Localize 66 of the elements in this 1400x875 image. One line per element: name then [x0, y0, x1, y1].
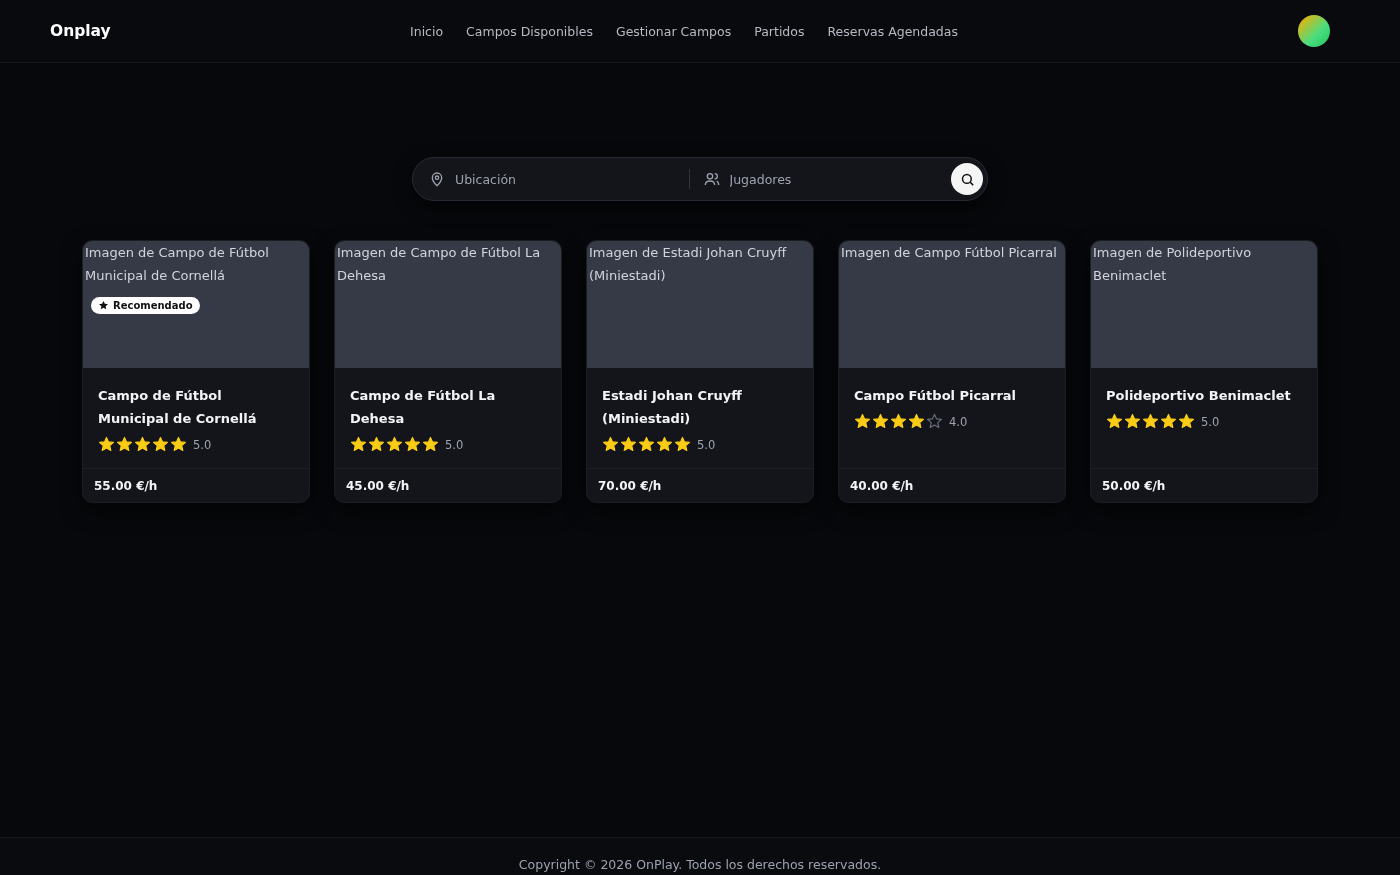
- filled-star-icon: [386, 436, 403, 453]
- filled-star-icon: [1160, 413, 1177, 430]
- filled-star-icon: [98, 436, 115, 453]
- filled-star-icon: [368, 436, 385, 453]
- rating-value: 5.0: [1201, 414, 1220, 429]
- logo[interactable]: Onplay: [50, 22, 230, 40]
- users-icon: [703, 171, 720, 187]
- field-card[interactable]: Imagen de Polideportivo Benimaclet Polideportivo Benimaclet 5.0 50.00 €/h: [1090, 240, 1318, 503]
- copyright-text: Copyright © 2026 OnPlay. Todos los derechos reservados.: [518, 857, 882, 872]
- avatar[interactable]: [1298, 15, 1330, 47]
- field-card[interactable]: Imagen de Campo de Fútbol Municipal de Cornellá Recomendado Campo de Fútbol Municipal de Cornellá 5.0 55.00 €/h: [82, 240, 310, 503]
- filled-star-icon: [422, 436, 439, 453]
- star-icon: [98, 300, 109, 311]
- field-card[interactable]: Imagen de Campo de Fútbol La Dehesa Campo de Fútbol La Dehesa 5.0 45.00 €/h: [334, 240, 562, 503]
- filled-star-icon: [1142, 413, 1159, 430]
- field-card[interactable]: Imagen de Estadi Johan Cruyff (Miniestadi) Estadi Johan Cruyff (Miniestadi) 5.0 70.00 €/h: [586, 240, 814, 503]
- nav-link[interactable]: Reservas Agendadas: [827, 23, 958, 39]
- nav-link[interactable]: Campos Disponibles: [466, 23, 593, 39]
- location-pin-icon: [429, 171, 445, 187]
- filled-star-icon: [134, 436, 151, 453]
- field-card[interactable]: Imagen de Campo Fútbol Picarral Campo Fútbol Picarral 4.0 40.00 €/h: [838, 240, 1066, 503]
- image-alt-text: Imagen de Campo Fútbol Picarral: [840, 244, 1058, 262]
- image-alt-text: Imagen de Campo de Fútbol La Dehesa: [336, 244, 542, 285]
- price: 40.00 €/h: [850, 478, 914, 493]
- filled-star-icon: [872, 413, 889, 430]
- nav-link[interactable]: Gestionar Campos: [615, 23, 732, 39]
- field-name: Campo de Fútbol Municipal de Cornellá: [98, 387, 258, 428]
- filled-star-icon: [620, 436, 637, 453]
- rating-value: 4.0: [949, 414, 968, 429]
- field-name: Polideportivo Benimaclet: [1106, 387, 1292, 405]
- filled-star-icon: [170, 436, 187, 453]
- search-button[interactable]: [951, 163, 983, 195]
- rating-value: 5.0: [445, 437, 464, 452]
- image-alt-text: Imagen de Estadi Johan Cruyff (Miniestadi): [588, 244, 788, 285]
- filled-star-icon: [890, 413, 907, 430]
- field-name: Estadi Johan Cruyff (Miniestadi): [602, 387, 743, 428]
- location-input[interactable]: Ubicación: [453, 170, 675, 188]
- filled-star-icon: [854, 413, 871, 430]
- filled-star-icon: [602, 436, 619, 453]
- filled-star-icon: [908, 413, 925, 430]
- price: 55.00 €/h: [94, 478, 158, 493]
- filled-star-icon: [656, 436, 673, 453]
- image-alt-text: Imagen de Campo de Fútbol Municipal de Cornellá: [84, 244, 270, 285]
- filled-star-icon: [152, 436, 169, 453]
- filled-star-icon: [116, 436, 133, 453]
- field-name: Campo Fútbol Picarral: [854, 387, 1018, 405]
- rating-value: 5.0: [193, 437, 212, 452]
- price: 50.00 €/h: [1102, 478, 1166, 493]
- filled-star-icon: [1124, 413, 1141, 430]
- players-input[interactable]: Jugadores: [727, 170, 949, 188]
- rating-value: 5.0: [697, 437, 716, 452]
- price: 70.00 €/h: [598, 478, 662, 493]
- filled-star-icon: [674, 436, 691, 453]
- filled-star-icon: [350, 436, 367, 453]
- badge-label: Recomendado: [113, 300, 193, 311]
- nav-link[interactable]: Partidos: [754, 23, 805, 39]
- filled-star-icon: [404, 436, 421, 453]
- search-icon: [959, 171, 975, 187]
- price: 45.00 €/h: [346, 478, 410, 493]
- filled-star-icon: [1178, 413, 1195, 430]
- empty-star-icon: [926, 413, 943, 430]
- image-alt-text: Imagen de Polideportivo Benimaclet: [1092, 244, 1253, 285]
- field-name: Campo de Fútbol La Dehesa: [350, 387, 497, 428]
- nav-link[interactable]: Inicio: [410, 23, 444, 39]
- filled-star-icon: [1106, 413, 1123, 430]
- filled-star-icon: [638, 436, 655, 453]
